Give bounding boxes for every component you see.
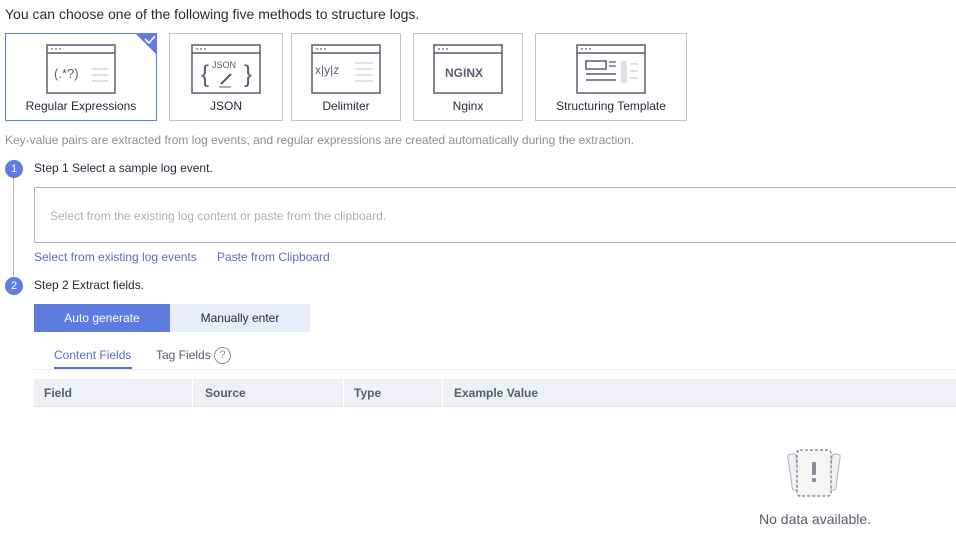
intro-text: You can choose one of the following five… [5, 6, 420, 22]
sample-log-input[interactable]: Select from the existing log content or … [34, 187, 956, 243]
json-icon: { } JSON [191, 44, 261, 94]
method-card-regex[interactable]: (.*?) Regular Expressions [5, 33, 157, 121]
svg-text:}: } [244, 61, 252, 88]
method-card-template[interactable]: Structuring Template [535, 33, 687, 121]
select-existing-log-link[interactable]: Select from existing log events [34, 250, 197, 264]
column-header-example-value: Example Value [454, 386, 539, 400]
paste-clipboard-link[interactable]: Paste from Clipboard [217, 250, 330, 264]
regex-icon: (.*?) [46, 44, 116, 94]
step-2-title: Step 2 Extract fields. [34, 278, 145, 292]
svg-text:JSON: JSON [212, 60, 236, 70]
method-card-delimiter[interactable]: x|y|z Delimiter [291, 33, 401, 121]
active-tab-indicator [54, 367, 132, 369]
step-connector [13, 178, 14, 276]
method-description: Key-value pairs are extracted from log e… [5, 133, 634, 147]
method-label: Structuring Template [556, 99, 666, 113]
method-label: Nginx [452, 99, 484, 113]
manually-enter-button[interactable]: Manually enter [170, 304, 310, 332]
method-card-nginx[interactable]: NGINX Nginx [413, 33, 523, 121]
selected-check-icon [135, 33, 157, 55]
svg-text:{: { [201, 61, 209, 88]
no-data-icon [787, 449, 841, 497]
column-header-source: Source [205, 386, 246, 400]
auto-generate-button[interactable]: Auto generate [34, 304, 170, 332]
column-separator [192, 379, 193, 407]
help-icon[interactable]: ? [214, 347, 231, 364]
no-data-text: No data available. [759, 511, 872, 527]
column-header-type: Type [354, 386, 382, 400]
column-header-field: Field [44, 386, 73, 400]
delimiter-icon: x|y|z [311, 44, 381, 94]
svg-text:NGINX: NGINX [445, 66, 483, 80]
tab-bar-divider [34, 369, 956, 370]
method-card-json[interactable]: { } JSON JSON [169, 33, 283, 121]
tab-tag-fields[interactable]: Tag Fields [156, 348, 211, 362]
column-separator [343, 379, 344, 407]
tab-content-fields[interactable]: Content Fields [54, 348, 131, 362]
template-icon [576, 44, 646, 94]
method-label: Regular Expressions [25, 99, 137, 113]
fields-table-header: Field Source Type Example Value [34, 379, 956, 407]
method-label: JSON [209, 99, 242, 113]
column-separator [442, 379, 443, 407]
svg-text:x|y|z: x|y|z [315, 63, 339, 77]
sample-log-placeholder: Select from the existing log content or … [50, 209, 387, 223]
method-label: Delimiter [322, 99, 370, 113]
step-1-title: Step 1 Select a sample log event. [34, 161, 213, 175]
nginx-icon: NGINX [433, 44, 503, 94]
step-1-badge: 1 [5, 160, 23, 178]
svg-text:(.*?): (.*?) [54, 66, 79, 81]
step-2-badge: 2 [5, 277, 23, 295]
